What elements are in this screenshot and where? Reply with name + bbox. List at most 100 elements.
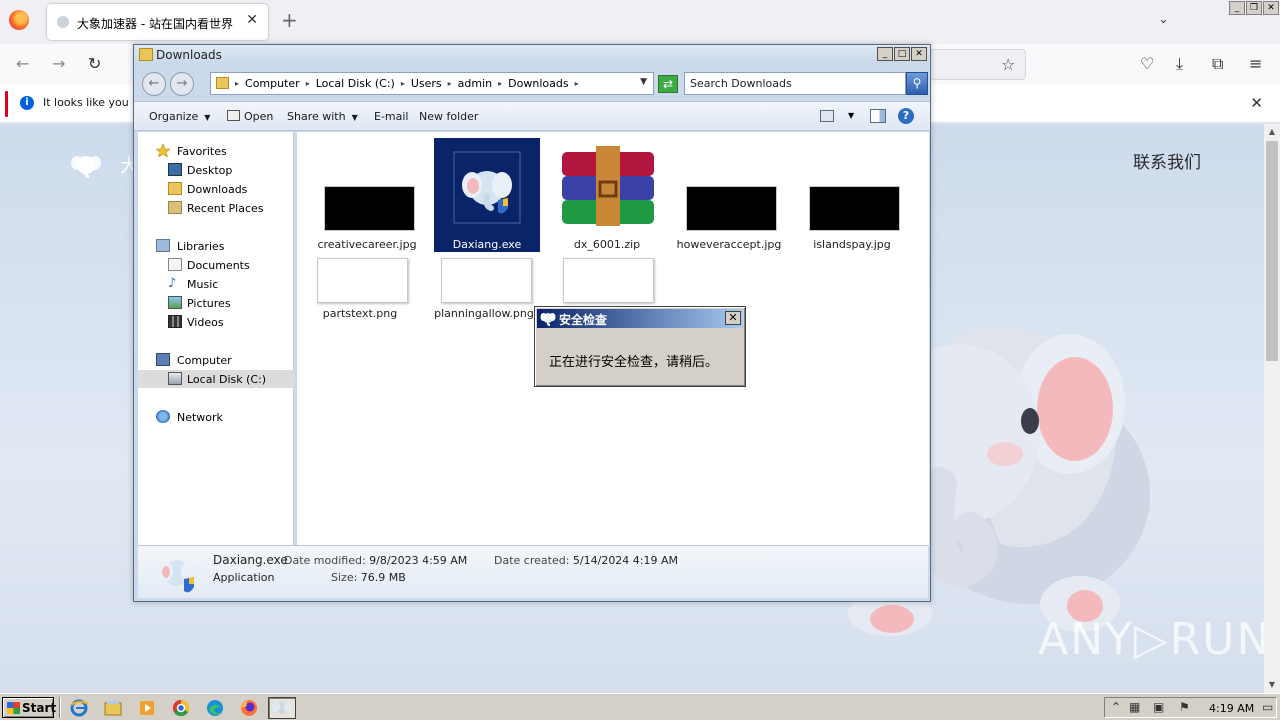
forward-arrow-icon[interactable]: → [52,56,65,72]
forward-arrow-icon[interactable]: → [170,72,194,96]
search-input[interactable]: Search Downloads [684,72,906,95]
scroll-up-icon[interactable]: ▲ [1264,124,1280,140]
nav-item-pictures[interactable]: Pictures [138,294,294,312]
clock[interactable]: 4:19 AM [1209,702,1254,715]
nav-item-favorites[interactable]: Favorites [138,142,294,160]
refresh-icon[interactable]: ⇄ [658,75,678,93]
back-arrow-icon[interactable]: ← [16,56,29,72]
firefox-icon[interactable] [238,697,260,719]
internet-explorer-icon[interactable] [68,697,90,719]
image-thumbnail [563,258,654,303]
new-tab-icon[interactable]: + [281,10,298,30]
nav-item-documents[interactable]: Documents [138,256,294,274]
menu-icon[interactable]: ≡ [1249,56,1262,72]
nav-item-downloads[interactable]: Downloads [138,180,294,198]
nav-label: Downloads [187,183,248,196]
organize-button[interactable]: Organize ▼ [149,110,210,123]
chevron-right-icon[interactable]: ▸ [401,77,405,91]
local-disk-icon [168,372,182,385]
scroll-down-icon[interactable]: ▼ [1264,677,1280,693]
details-created-value: 5/14/2024 4:19 AM [572,554,679,567]
preview-pane-icon[interactable] [870,109,886,123]
open-button[interactable]: Open [227,110,273,123]
close-icon[interactable]: ✕ [1263,1,1279,15]
network-status-icon[interactable]: ▦ [1129,700,1140,714]
chevron-right-icon[interactable]: ▸ [306,77,310,91]
nav-item-videos[interactable]: Videos [138,313,294,331]
breadcrumb-item[interactable]: Users [411,77,442,91]
restore-icon[interactable]: ❐ [1246,1,1262,15]
daxiang-taskbar-icon[interactable] [268,697,296,719]
nav-item-libraries[interactable]: Libraries [138,237,294,255]
chevron-right-icon[interactable]: ▸ [448,77,452,91]
breadcrumb-item[interactable]: Downloads [508,77,568,91]
email-button[interactable]: E-mail [374,110,409,123]
breadcrumb-item[interactable]: admin [458,77,492,91]
page-scrollbar[interactable]: ▲ ▼ [1264,124,1280,693]
volume-icon[interactable]: ▣ [1153,700,1164,714]
close-icon[interactable]: ✕ [911,47,927,61]
chevron-right-icon[interactable]: ▸ [235,77,239,91]
close-tab-icon[interactable]: ✕ [246,12,258,28]
media-player-icon[interactable] [136,697,158,719]
new-folder-button[interactable]: New folder [419,110,478,123]
site-logo-icon[interactable] [70,150,102,183]
file-item[interactable]: planningallow.png [431,254,537,368]
chevron-down-icon[interactable]: ▼ [640,77,647,87]
nav-item-network[interactable]: Network [138,408,294,426]
file-item[interactable]: islandspay.jpg [799,138,905,252]
nav-item-recent-places[interactable]: Recent Places [138,199,294,217]
chevron-down-icon[interactable]: ▼ [848,111,854,120]
list-all-tabs-icon[interactable]: ⌄ [1158,12,1169,27]
file-explorer-icon[interactable] [102,697,124,719]
desktop-icon [168,163,182,176]
pocket-icon[interactable]: ♡ [1140,56,1154,72]
file-name: islandspay.jpg [813,238,891,251]
contact-us-link[interactable]: 联系我们 [1133,148,1201,173]
chevron-right-icon[interactable]: ▸ [498,77,502,91]
breadcrumb-item[interactable]: Computer [245,77,300,91]
start-button[interactable]: Start [2,697,56,718]
close-icon[interactable]: ✕ [725,311,741,325]
elephant-app-icon [540,313,556,326]
show-hidden-icons-icon[interactable]: ⌃ [1111,700,1121,714]
search-icon[interactable]: ⚲ [906,72,928,95]
chevron-right-icon[interactable]: ▸ [575,77,579,91]
browser-tab-active[interactable]: 大象加速器 - 站在国内看世界 ✕ [47,4,268,40]
nav-item-computer[interactable]: Computer [138,351,294,369]
minimize-icon[interactable]: _ [1229,1,1245,15]
file-item-selected[interactable]: Daxiang.exe [434,138,540,252]
file-item[interactable]: creativecareer.jpg [314,138,420,252]
nav-item-local-disk[interactable]: Local Disk (C:) [138,370,294,388]
extensions-icon[interactable]: ⧉ [1212,56,1223,72]
change-view-icon[interactable] [820,110,834,122]
bookmark-star-icon[interactable]: ☆ [1001,55,1015,74]
nav-item-desktop[interactable]: Desktop [138,161,294,179]
breadcrumb[interactable]: ▸ Computer ▸ Local Disk (C:) ▸ Users ▸ a… [210,72,654,95]
help-icon[interactable]: ? [898,108,914,124]
back-arrow-icon[interactable]: ← [142,72,166,96]
reload-icon[interactable]: ↻ [88,56,101,72]
edge-icon[interactable] [204,697,226,719]
file-name: creativecareer.jpg [317,238,417,251]
file-item[interactable]: howeveraccept.jpg [676,138,782,252]
downloads-icon[interactable]: ⤓ [1176,56,1183,72]
dialog-title-bar[interactable]: 安全检查 ✕ [537,309,743,328]
show-desktop-icon[interactable]: ▭ [1262,700,1273,714]
scrollbar-thumb[interactable] [1266,141,1278,361]
chrome-icon[interactable] [170,697,192,719]
close-notification-icon[interactable]: ✕ [1250,94,1263,112]
breadcrumb-item[interactable]: Local Disk (C:) [316,77,395,91]
file-item[interactable]: partstext.png [307,254,413,368]
documents-icon [168,258,182,271]
maximize-icon[interactable]: □ [894,47,910,61]
image-thumbnail [324,186,415,231]
file-item[interactable]: dx_6001.zip [554,138,660,252]
minimize-icon[interactable]: _ [877,47,893,61]
action-center-flag-icon[interactable]: ⚑ [1179,700,1190,714]
explorer-title-bar[interactable]: Downloads _ □ ✕ [134,45,930,65]
share-with-button[interactable]: Share with ▼ [287,110,358,123]
firefox-logo-icon[interactable] [9,10,29,30]
nav-item-music[interactable]: ♪ Music [138,275,294,293]
taskbar-divider [59,697,61,718]
